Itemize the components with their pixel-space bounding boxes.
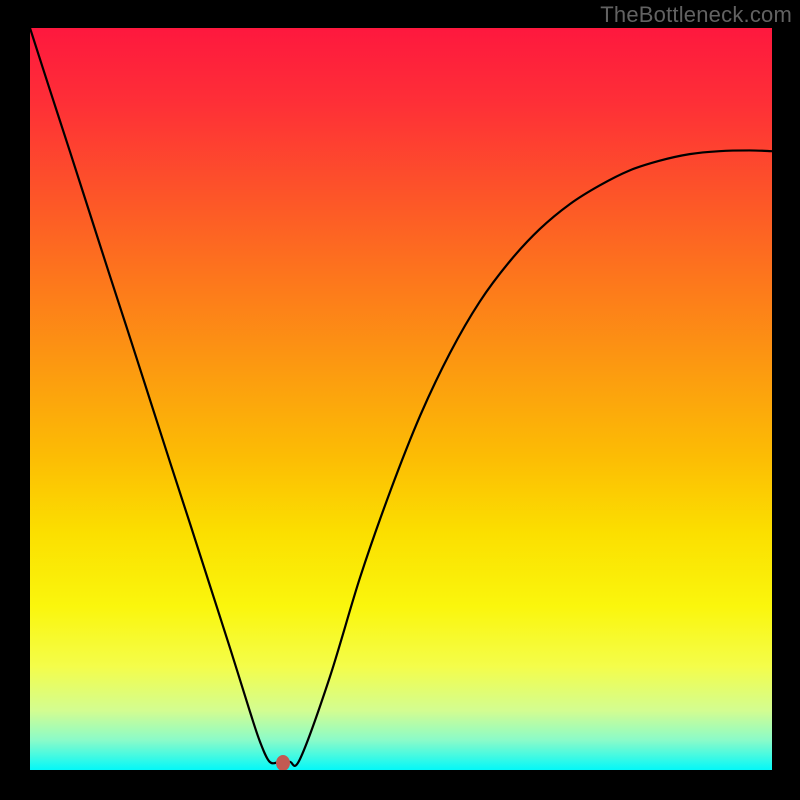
optimum-marker <box>276 755 290 770</box>
bottleneck-curve <box>30 28 772 770</box>
plot-area <box>30 28 772 770</box>
chart-frame: TheBottleneck.com <box>0 0 800 800</box>
attribution-text: TheBottleneck.com <box>600 2 792 28</box>
